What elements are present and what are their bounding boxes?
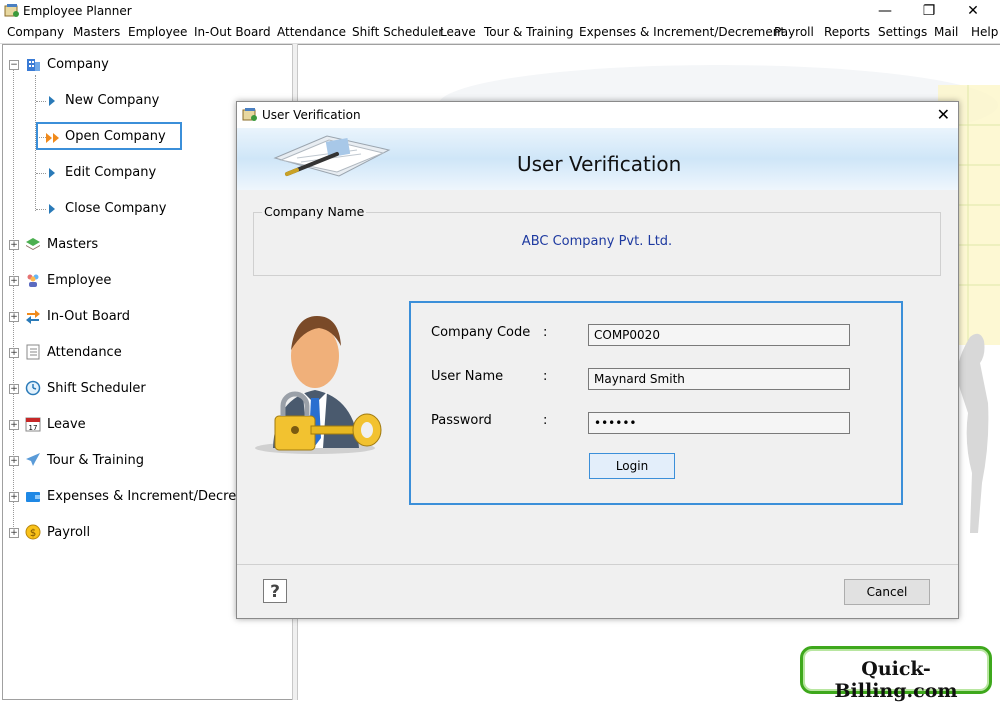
tree-label-masters: Masters: [47, 237, 99, 252]
layers-icon: [26, 238, 40, 250]
menu-mail[interactable]: Mail: [934, 25, 958, 39]
tree-label-tour-training: Tour & Training: [47, 453, 144, 468]
menu-settings[interactable]: Settings: [878, 25, 927, 39]
user-name-label: User Name: [431, 369, 504, 384]
help-icon[interactable]: ?: [263, 579, 287, 603]
app-icon: [4, 4, 19, 17]
menu-payroll[interactable]: Payroll: [774, 25, 814, 39]
dialog-header-banner: User Verification: [237, 128, 958, 190]
menu-expenses[interactable]: Expenses & Increment/Decrement: [579, 25, 785, 39]
menu-leave[interactable]: Leave: [440, 25, 476, 39]
airplane-icon: [26, 453, 40, 466]
calendar-icon: 17: [25, 417, 41, 432]
menu-masters[interactable]: Masters: [73, 25, 120, 39]
menu-reports[interactable]: Reports: [824, 25, 870, 39]
quick-billing-text: Quick-Billing.com: [834, 658, 958, 702]
user-name-input[interactable]: [588, 368, 850, 390]
dialog-titlebar: User Verification ✕: [237, 102, 958, 128]
password-colon: :: [543, 413, 548, 428]
arrow-right-icon: [49, 204, 55, 214]
menu-shift-scheduler[interactable]: Shift Scheduler: [352, 25, 443, 39]
tree-label-employee: Employee: [47, 273, 112, 288]
user-name-colon: :: [543, 369, 548, 384]
user-lock-key-illustration: [255, 316, 382, 454]
building-icon: [27, 59, 40, 71]
svg-text:$: $: [30, 528, 36, 539]
tree-label-edit-company: Edit Company: [65, 165, 157, 180]
company-name-value: ABC Company Pvt. Ltd.: [521, 234, 673, 249]
users-icon: [27, 274, 39, 287]
login-form-panel: Company Code : User Name : Password : Lo…: [409, 301, 903, 505]
expand-icon[interactable]: +: [9, 528, 19, 538]
wallet-icon: [26, 492, 40, 502]
clock-icon: [25, 380, 41, 396]
dialog-close-button[interactable]: ✕: [937, 105, 950, 124]
dialog-app-icon: [242, 108, 257, 121]
tree-label-close-company: Close Company: [65, 201, 167, 216]
tree-label-company: Company: [47, 57, 109, 72]
menu-help[interactable]: Help: [971, 25, 998, 39]
expand-icon[interactable]: +: [9, 456, 19, 466]
quick-billing-badge: Quick-Billing.com: [800, 646, 992, 702]
tree-label-new-company: New Company: [65, 93, 160, 108]
password-label: Password: [431, 413, 492, 428]
tree-label-shift-scheduler: Shift Scheduler: [47, 381, 146, 396]
menu-attendance[interactable]: Attendance: [277, 25, 346, 39]
menu-in-out-board[interactable]: In-Out Board: [194, 25, 271, 39]
window-titlebar: Employee Planner — ❐ ✕: [0, 0, 1000, 23]
documents-pen-icon: [273, 135, 391, 177]
menu-employee[interactable]: Employee: [128, 25, 187, 39]
tree-label-in-out-board: In-Out Board: [47, 309, 131, 324]
close-button[interactable]: ✕: [950, 0, 996, 23]
expand-icon[interactable]: +: [9, 348, 19, 358]
user-verification-dialog: User Verification ✕ User Verification Co…: [236, 101, 959, 619]
menu-company[interactable]: Company: [7, 25, 64, 39]
company-code-label: Company Code: [431, 325, 531, 340]
expand-icon[interactable]: +: [9, 276, 19, 286]
expand-icon[interactable]: +: [9, 384, 19, 394]
company-code-colon: :: [543, 325, 548, 340]
tree-label-leave: Leave: [47, 417, 86, 432]
menu-tour-training[interactable]: Tour & Training: [484, 25, 574, 39]
coin-icon: $: [25, 524, 41, 540]
password-input[interactable]: [588, 412, 850, 434]
dialog-footer-divider: [237, 564, 958, 565]
arrow-right-icon: [49, 96, 55, 106]
expand-icon[interactable]: +: [9, 492, 19, 502]
dialog-title: User Verification: [262, 108, 361, 122]
minimize-button[interactable]: —: [862, 0, 908, 23]
company-name-group: Company Name ABC Company Pvt. Ltd.: [253, 204, 941, 276]
expand-icon[interactable]: +: [9, 312, 19, 322]
arrow-right-icon: [49, 168, 55, 178]
menu-bar: Company Masters Employee In-Out Board At…: [0, 23, 1000, 44]
expand-icon[interactable]: +: [9, 420, 19, 430]
transfer-arrows-icon: [26, 310, 40, 324]
collapse-icon[interactable]: −: [9, 60, 19, 70]
maximize-button[interactable]: ❐: [906, 0, 952, 23]
company-group-label: Company Name: [262, 204, 367, 219]
company-code-input[interactable]: [588, 324, 850, 346]
svg-text:17: 17: [29, 424, 38, 432]
tree-label-payroll: Payroll: [47, 525, 91, 540]
expand-icon[interactable]: +: [9, 240, 19, 250]
dialog-heading: User Verification: [517, 152, 682, 176]
tree-label-open-company: Open Company: [65, 129, 166, 144]
checklist-icon: [26, 344, 40, 360]
tree-node-company[interactable]: − Company: [3, 54, 291, 76]
cancel-button[interactable]: Cancel: [844, 579, 930, 605]
window-title: Employee Planner: [23, 4, 132, 18]
double-arrow-icon: [46, 133, 59, 143]
tree-label-attendance: Attendance: [47, 345, 122, 360]
login-button[interactable]: Login: [589, 453, 675, 479]
